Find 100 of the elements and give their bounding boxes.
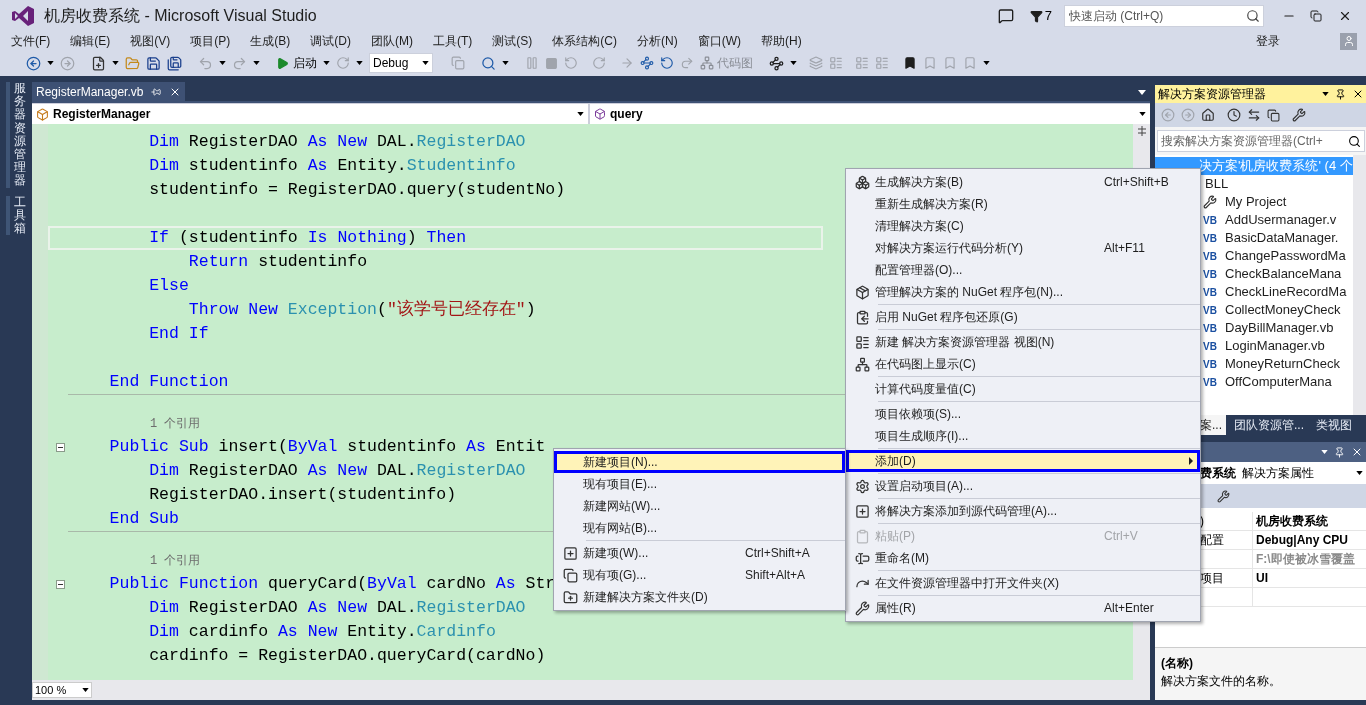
side-tab[interactable]: 工具箱: [6, 195, 26, 236]
menu-bar-item[interactable]: 分析(N): [637, 32, 678, 50]
caret-icon[interactable]: [82, 688, 89, 692]
save-icon[interactable]: [146, 55, 161, 71]
notification-count[interactable]: 7: [1044, 6, 1052, 26]
menu-item[interactable]: 将解决方案添加到源代码管理(A)...: [846, 500, 1200, 522]
caret-icon[interactable]: [253, 61, 260, 65]
menu-bar-item[interactable]: 工具(T): [433, 32, 473, 50]
feedback-icon[interactable]: [997, 8, 1014, 24]
save-all-icon[interactable]: [167, 55, 182, 71]
caret-icon[interactable]: [1321, 92, 1329, 96]
split-icon[interactable]: [1136, 126, 1147, 136]
close-icon[interactable]: [1338, 9, 1352, 23]
quick-launch-field[interactable]: 快速启动 (Ctrl+Q): [1064, 5, 1264, 27]
start-button[interactable]: 启动: [276, 54, 317, 72]
clock-icon[interactable]: [1227, 108, 1241, 122]
menu-item[interactable]: 配置管理器(O)...: [846, 259, 1200, 281]
pin-icon[interactable]: [1333, 446, 1345, 458]
search-icon[interactable]: [1347, 134, 1361, 148]
filter-icon[interactable]: [1029, 9, 1043, 23]
menu-item[interactable]: 对解决方案运行代码分析(Y) Alt+F11: [846, 237, 1200, 259]
new-file-icon[interactable]: [91, 55, 106, 71]
sync-icon[interactable]: [1247, 108, 1261, 122]
menu-bar-item[interactable]: 体系结构(C): [552, 32, 617, 50]
property-value[interactable]: Debug|Any CPU: [1253, 531, 1366, 549]
pin-icon[interactable]: [1334, 88, 1346, 100]
reference-count[interactable]: 1 个引用: [150, 415, 201, 433]
menu-item[interactable]: 新建解决方案文件夹(D): [554, 586, 845, 608]
caret-icon[interactable]: [1355, 471, 1363, 475]
menu-item[interactable]: 新建 解决方案资源管理器 视图(N): [846, 331, 1200, 353]
menu-item[interactable]: 现有项(G)... Shift+Alt+A: [554, 564, 845, 586]
caret-icon[interactable]: [219, 61, 226, 65]
menu-item[interactable]: 现有项目(E)...: [554, 473, 845, 495]
restore-icon[interactable]: [1310, 10, 1322, 22]
menu-bar-item[interactable]: 项目(P): [190, 32, 231, 50]
pin-icon[interactable]: [151, 86, 162, 97]
panel-tab[interactable]: 团队资源管...: [1230, 415, 1309, 435]
caret-icon[interactable]: [112, 61, 119, 65]
home-icon[interactable]: [1201, 108, 1215, 122]
property-value[interactable]: 机房收费系统: [1253, 512, 1366, 530]
find-icon[interactable]: [481, 55, 496, 71]
sign-in-link[interactable]: 登录: [1256, 32, 1280, 50]
side-tab[interactable]: 服务器资源管理器: [6, 82, 26, 188]
menu-item[interactable]: 新建项(W)... Ctrl+Shift+A: [554, 542, 845, 564]
back-icon[interactable]: [26, 55, 41, 71]
restart-icon[interactable]: [564, 56, 578, 70]
menu-item[interactable]: 新建项目(N)...: [554, 451, 845, 473]
search-icon[interactable]: [1246, 9, 1260, 23]
menu-bar-item[interactable]: 团队(M): [371, 32, 413, 50]
menu-item[interactable]: 属性(R) Alt+Enter: [846, 597, 1200, 619]
collapse-all-icon[interactable]: [1267, 108, 1280, 122]
property-value[interactable]: UI: [1253, 569, 1366, 587]
menu-bar-item[interactable]: 文件(F): [11, 32, 51, 50]
bookmark-icon[interactable]: [903, 56, 917, 70]
step-icon[interactable]: [640, 56, 654, 70]
menu-bar-item[interactable]: 调试(D): [310, 32, 351, 50]
search-field[interactable]: 搜索解决方案资源管理器(Ctrl+: [1157, 130, 1365, 152]
graph-icon[interactable]: [769, 55, 784, 71]
zoom-dropdown[interactable]: 100 %: [32, 682, 92, 698]
menu-bar-item[interactable]: 视图(V): [130, 32, 171, 50]
caret-icon[interactable]: [502, 61, 509, 65]
menu-item[interactable]: 启用 NuGet 程序包还原(G): [846, 306, 1200, 328]
member-dropdown[interactable]: query: [590, 104, 1150, 124]
menu-bar-item[interactable]: 窗口(W): [697, 32, 741, 50]
menu-item[interactable]: 管理解决方案的 NuGet 程序包(N)...: [846, 281, 1200, 303]
caret-icon[interactable]: [356, 61, 363, 65]
caret-icon[interactable]: [323, 61, 330, 65]
wrench-icon[interactable]: [1292, 108, 1306, 122]
menu-bar-item[interactable]: 编辑(E): [70, 32, 111, 50]
menu-item[interactable]: 在文件资源管理器中打开文件夹(X): [846, 572, 1200, 594]
wrench-icon[interactable]: [1217, 489, 1230, 503]
menu-bar-item[interactable]: 测试(S): [492, 32, 533, 50]
caret-icon[interactable]: [790, 61, 797, 65]
menu-bar-item[interactable]: 帮助(H): [761, 32, 802, 50]
caret-icon[interactable]: [47, 61, 54, 65]
caret-icon[interactable]: [422, 61, 429, 65]
caret-icon[interactable]: [983, 61, 990, 65]
collapse-icon[interactable]: [55, 442, 65, 452]
caret-icon[interactable]: [577, 112, 584, 116]
menu-item[interactable]: 添加(D): [846, 450, 1200, 472]
type-dropdown[interactable]: RegisterManager: [32, 104, 588, 124]
collapse-icon[interactable]: [55, 579, 65, 589]
menu-item[interactable]: 项目生成顺序(I)...: [846, 425, 1200, 447]
property-value[interactable]: F:\即使被冰雪覆盖: [1253, 550, 1366, 568]
menu-item[interactable]: 项目依赖项(S)...: [846, 403, 1200, 425]
menu-item[interactable]: 重命名(M): [846, 547, 1200, 569]
reference-count[interactable]: 1 个引用: [150, 552, 201, 570]
menu-item[interactable]: 现有网站(B)...: [554, 517, 845, 539]
menu-item[interactable]: 计算代码度量值(C): [846, 378, 1200, 400]
editor-tab[interactable]: RegisterManager.vb: [32, 82, 186, 101]
menu-item[interactable]: 在代码图上显示(C): [846, 353, 1200, 375]
configuration-dropdown[interactable]: Debug: [369, 53, 433, 73]
caret-icon[interactable]: [1139, 112, 1146, 116]
caret-icon[interactable]: [1138, 90, 1146, 95]
vertical-scrollbar[interactable]: [1352, 155, 1366, 415]
panel-tab[interactable]: 类视图: [1312, 415, 1357, 435]
caret-icon[interactable]: [1320, 450, 1328, 454]
menu-item[interactable]: 新建网站(W)...: [554, 495, 845, 517]
menu-bar-item[interactable]: 生成(B): [250, 32, 291, 50]
menu-item[interactable]: 清理解决方案(C): [846, 215, 1200, 237]
